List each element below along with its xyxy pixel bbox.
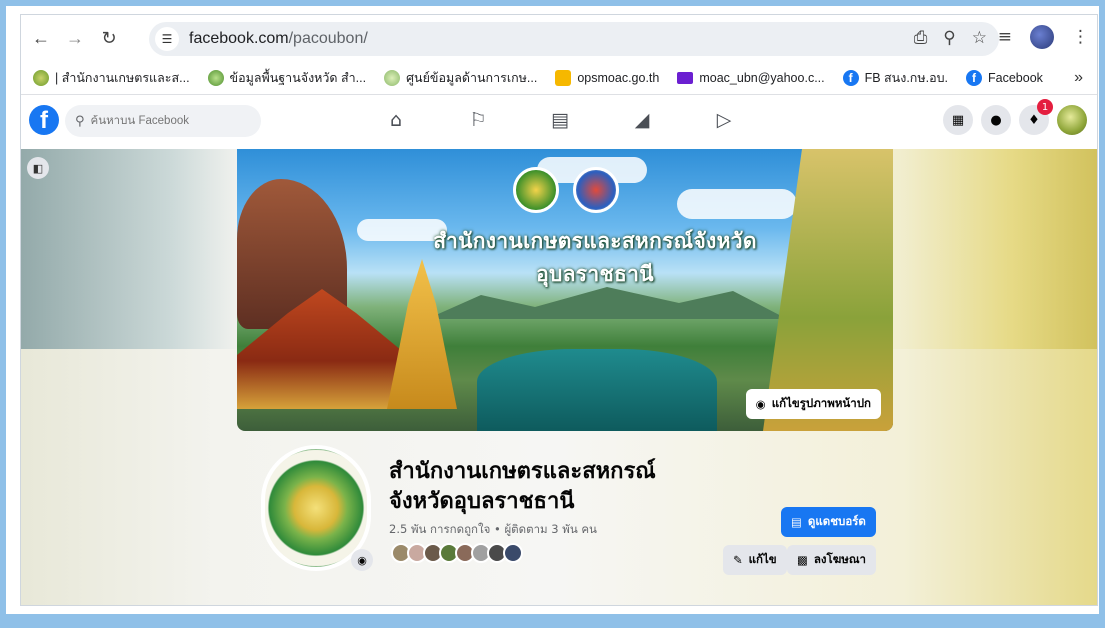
ad-center-megaphone-icon[interactable]: ◢ [627,105,657,135]
reading-list-icon[interactable]: ≡ [998,27,1012,47]
bookmark-favicon-icon [207,69,224,86]
facebook-main-nav: ⌂ ⚐ ▤ ◢ ▷ [381,105,739,135]
cloud-shape [677,189,797,219]
facebook-header: f ⚲ ⌂ ⚐ ▤ ◢ ▷ ▦ ● ♦1 [21,95,1097,149]
bookmark-star-icon[interactable]: ☆ [972,28,987,48]
follower-avatar [503,543,523,563]
follower-avatars[interactable] [391,543,523,563]
bookmark-favicon-icon [384,69,401,86]
home-icon[interactable]: ⌂ [381,105,411,135]
install-app-icon[interactable]: ⎙ [914,28,928,48]
video-play-icon[interactable]: ▷ [709,105,739,135]
bookmark-label: Facebook [988,70,1043,85]
url-text[interactable]: facebook.com/pacoubon/ [189,30,368,48]
insights-icon[interactable]: ▤ [545,105,575,135]
page-title-line1: สำนักงานเกษตรและสหกรณ์ [389,459,656,484]
water-shape [477,349,717,431]
dashboard-label: ดูแดชบอร์ด [807,514,866,528]
account-avatar[interactable] [1057,105,1087,135]
bookmark-label: ข้อมูลพื้นฐานจังหวัด สำ... [229,70,367,85]
facebook-header-right: ▦ ● ♦ 1 [943,99,1087,135]
page-title-line2: จังหวัดอุบลราชธานี [389,489,575,514]
dashboard-icon: ▤ [791,515,802,529]
notification-badge: 1 [1037,99,1053,115]
screenshot-frame: ← → ↻ ☰ facebook.com/pacoubon/ ⎙ ⚲ ☆ ≡ ⋮… [0,0,1105,628]
bookmarks-bar: | สำนักงานเกษตรและส... ข้อมูลพื้นฐานจังห… [21,61,1097,95]
edit-page-button[interactable]: ✎ แก้ไข [723,545,787,575]
more-bookmarks-chevron-icon[interactable]: » [1074,69,1083,87]
envelope-icon [555,69,572,86]
bookmark-item[interactable]: | สำนักงานเกษตรและส... [33,68,190,88]
page-title: สำนักงานเกษตรและสหกรณ์ จังหวัดอุบลราชธาน… [389,457,719,517]
page-body: ◧ สำนักงานเกษตรและสหกรณ์จังหวัดอุบลราชธา… [21,149,1097,605]
facebook-search[interactable]: ⚲ [65,105,261,137]
reload-icon[interactable]: ↻ [95,24,123,52]
facebook-icon: f [966,69,983,86]
browser-toolbar: ← → ↻ ☰ facebook.com/pacoubon/ ⎙ ⚲ ☆ ≡ ⋮ [21,15,1097,61]
dashboard-button[interactable]: ▤ ดูแดชบอร์ด [781,507,876,537]
bookmark-item[interactable]: f Facebook [966,69,1043,86]
envelope-icon [677,71,694,84]
bookmark-label: moac_ubn@yahoo.c... [699,70,825,85]
megaphone-icon: ▩ [797,553,808,567]
camera-icon: ◉ [755,397,766,411]
facebook-icon: f [842,69,859,86]
messenger-icon[interactable]: ● [981,105,1011,135]
url-domain: facebook.com [189,30,289,47]
kebab-menu-icon[interactable]: ⋮ [1072,27,1089,47]
edit-cover-button[interactable]: ◉ แก้ไขรูปภาพหน้าปก [745,389,881,419]
cover-photo[interactable]: สำนักงานเกษตรและสหกรณ์จังหวัดอุบลราชธานี… [237,149,893,431]
pencil-icon: ✎ [733,553,743,567]
province-emblem-icon [573,167,619,213]
menu-grid-icon[interactable]: ▦ [943,105,973,135]
agriculture-emblem-icon [513,167,559,213]
bookmark-item[interactable]: moac_ubn@yahoo.c... [677,70,825,85]
advertise-label: ลงโฆษณา [813,552,866,566]
browser-profile-avatar[interactable] [1030,25,1054,49]
browser-window: ← → ↻ ☰ facebook.com/pacoubon/ ⎙ ⚲ ☆ ≡ ⋮… [20,14,1098,606]
forward-icon[interactable]: → [61,24,89,52]
bookmark-label: ศูนย์ข้อมูลด้านการเกษ... [406,70,538,85]
zoom-icon[interactable]: ⚲ [943,28,955,48]
notifications-bell-icon[interactable]: ♦ 1 [1019,99,1053,135]
address-bar[interactable]: ☰ facebook.com/pacoubon/ ⎙ ⚲ ☆ [149,22,999,56]
bookmark-label: opsmoac.go.th [577,70,660,85]
search-input[interactable] [90,115,251,127]
search-icon: ⚲ [75,113,85,129]
back-icon[interactable]: ← [27,24,55,52]
cover-title: สำนักงานเกษตรและสหกรณ์จังหวัดอุบลราชธานี [433,229,757,286]
bookmark-item[interactable]: opsmoac.go.th [555,69,660,86]
bookmark-item[interactable]: f FB สนง.กษ.อบ. [842,68,949,88]
bookmark-favicon-icon [33,69,49,86]
url-path: /pacoubon/ [288,30,368,47]
edit-cover-label: แก้ไขรูปภาพหน้าปก [771,396,871,410]
bookmark-item[interactable]: ศูนย์ข้อมูลด้านการเกษ... [384,68,537,88]
site-settings-icon[interactable]: ☰ [155,27,179,51]
bookmark-item[interactable]: ข้อมูลพื้นฐานจังหวัด สำ... [207,68,367,88]
bookmark-label: FB สนง.กษ.อบ. [864,70,949,85]
pages-flag-icon[interactable]: ⚐ [463,105,493,135]
profile-camera-icon[interactable]: ◉ [351,549,373,571]
edit-page-label: แก้ไข [748,552,777,566]
advertise-button[interactable]: ▩ ลงโฆษณา [787,545,876,575]
sidebar-toggle-icon[interactable]: ◧ [27,157,49,179]
page-stats[interactable]: 2.5 พัน การกดถูกใจ • ผู้ติดตาม 3 พัน คน [389,521,597,539]
omnibox-actions: ⎙ ⚲ ☆ [914,28,987,48]
facebook-logo-icon[interactable]: f [29,105,59,135]
bookmark-label: | สำนักงานเกษตรและส... [55,70,190,85]
toolbar-right: ≡ ⋮ [998,25,1089,49]
